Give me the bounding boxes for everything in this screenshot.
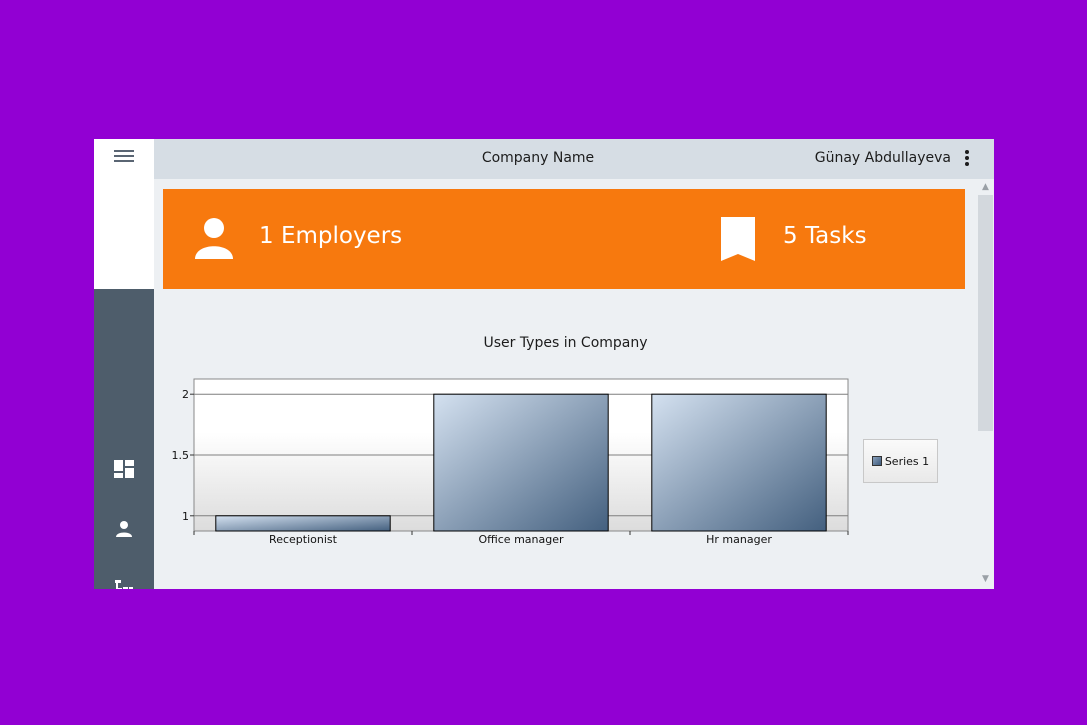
main-content: 1 Employers 5 Tasks User Types in Compan…: [154, 179, 977, 589]
scrollbar-thumb[interactable]: [978, 195, 993, 431]
bar: [433, 393, 609, 532]
bar-chart: 1 1.5 2 Receptionist Office manager Hr manage…: [172, 378, 849, 546]
legend-swatch: [871, 456, 882, 466]
y-tick-label: 1: [182, 510, 189, 523]
sidebar-item-users[interactable]: [94, 509, 154, 549]
x-tick-label: Receptionist: [269, 533, 338, 546]
more-options-icon[interactable]: [962, 150, 972, 168]
bar: [651, 393, 827, 532]
sidebar-item-structure[interactable]: [94, 569, 154, 589]
scroll-down-arrow-icon[interactable]: ▼: [977, 571, 994, 587]
x-tick-label: Office manager: [478, 533, 564, 546]
sidebar-item-dashboard[interactable]: [94, 449, 154, 489]
company-name: Company Name: [481, 150, 595, 166]
chart-legend: Series 1: [863, 439, 938, 483]
y-tick-label: 2: [182, 388, 189, 401]
top-bar: Company Name Günay Abdullayeva: [154, 139, 994, 179]
legend-label: Series 1: [884, 454, 930, 468]
sidebar: [94, 289, 154, 589]
app-window: Company Name Günay Abdullayeva 1 Employe…: [94, 139, 994, 589]
x-tick-label: Hr manager: [706, 533, 772, 546]
user-name[interactable]: Günay Abdullayeva: [815, 150, 951, 166]
bar: [215, 515, 391, 532]
dashboard-icon: [114, 460, 134, 478]
hamburger-menu-icon[interactable]: [114, 148, 134, 164]
scroll-up-arrow-icon[interactable]: ▲: [977, 179, 994, 195]
vertical-scrollbar[interactable]: ▲ ▼: [977, 179, 994, 589]
person-icon: [116, 521, 132, 537]
sidebar-header: [94, 139, 154, 289]
hierarchy-icon: [115, 580, 133, 589]
y-tick-label: 1.5: [172, 449, 190, 462]
